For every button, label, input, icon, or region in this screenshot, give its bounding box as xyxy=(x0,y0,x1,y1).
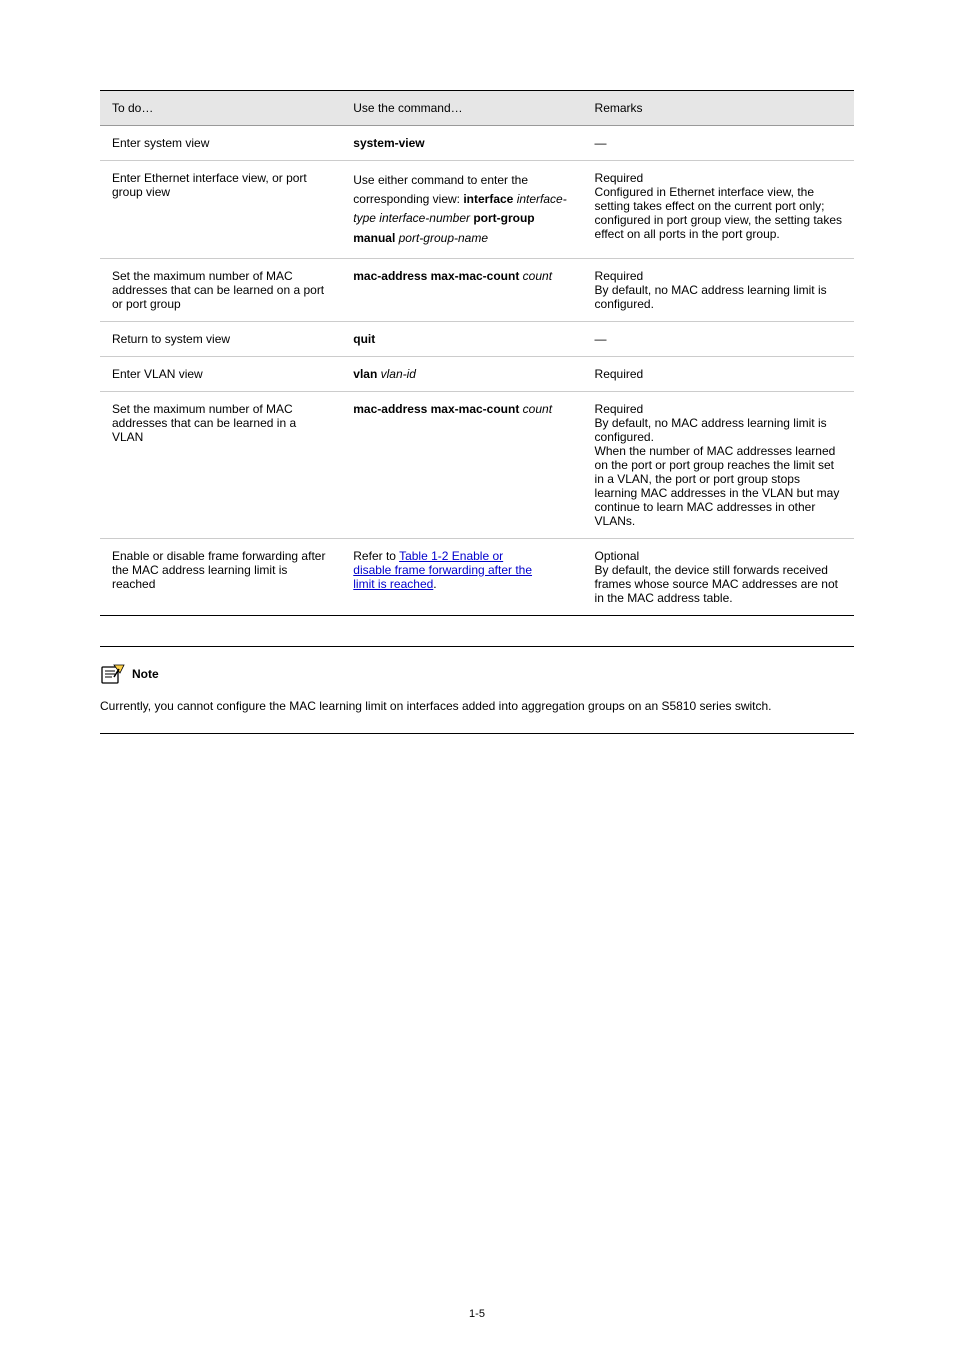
cmd-prefix: Refer to xyxy=(353,549,399,563)
cmd-suffix: . xyxy=(433,577,436,591)
cell-command: Use either command to enter the correspo… xyxy=(341,161,582,259)
note-icon xyxy=(100,663,126,685)
cmd-arg: vlan-id xyxy=(381,367,416,381)
page-number: 1-5 xyxy=(469,1308,485,1320)
cell-command: Refer to Table 1-2 Enable or disable fra… xyxy=(341,538,582,615)
col-header-command: Use the command… xyxy=(341,91,582,126)
table-row: Enter Ethernet interface view, or port g… xyxy=(100,161,854,259)
config-table: To do… Use the command… Remarks Enter sy… xyxy=(100,90,854,616)
cell-action: Enable or disable frame forwarding after… xyxy=(100,538,341,615)
cell-command: mac-address max-mac-count count xyxy=(341,391,582,538)
cell-command: mac-address max-mac-count count xyxy=(341,258,582,321)
cell-action: Set the maximum number of MAC addresses … xyxy=(100,258,341,321)
cmd-keyword: mac-address max-mac-count xyxy=(353,269,522,283)
cell-action: Enter Ethernet interface view, or port g… xyxy=(100,161,341,259)
table-header-row: To do… Use the command… Remarks xyxy=(100,91,854,126)
cell-remarks: Optional By default, the device still fo… xyxy=(583,538,854,615)
table-row: Set the maximum number of MAC addresses … xyxy=(100,391,854,538)
note-header: Note xyxy=(100,663,854,685)
col-header-remarks: Remarks xyxy=(583,91,854,126)
cmd-arg: port-group-name xyxy=(399,231,488,245)
cell-action: Enter system view xyxy=(100,126,341,161)
note-body: Currently, you cannot configure the MAC … xyxy=(100,697,854,715)
cmd-arg: count xyxy=(523,402,552,416)
cell-remarks: Required By default, no MAC address lear… xyxy=(583,391,854,538)
cell-remarks: Required xyxy=(583,356,854,391)
col-header-action: To do… xyxy=(100,91,341,126)
cmd-keyword: mac-address max-mac-count xyxy=(353,402,522,416)
cmd-keyword: interface xyxy=(463,192,516,206)
cmd-text: system-view xyxy=(353,136,424,150)
cmd-arg: count xyxy=(523,269,552,283)
cmd-keyword: quit xyxy=(353,332,375,346)
table-row: Set the maximum number of MAC addresses … xyxy=(100,258,854,321)
table-row: Enter VLAN view vlan vlan-id Required xyxy=(100,356,854,391)
cell-action: Set the maximum number of MAC addresses … xyxy=(100,391,341,538)
cross-ref-link[interactable]: disable frame forwarding after the xyxy=(353,563,532,577)
cell-remarks: — xyxy=(583,321,854,356)
cell-command: system-view xyxy=(341,126,582,161)
cell-remarks: Required Configured in Ethernet interfac… xyxy=(583,161,854,259)
cell-command: vlan vlan-id xyxy=(341,356,582,391)
cell-command: quit xyxy=(341,321,582,356)
cmd-keyword: vlan xyxy=(353,367,380,381)
table-row: Return to system view quit — xyxy=(100,321,854,356)
table-row: Enable or disable frame forwarding after… xyxy=(100,538,854,615)
cross-ref-link[interactable]: Table 1-2 Enable or xyxy=(399,549,503,563)
table-row: Enter system view system-view — xyxy=(100,126,854,161)
cell-remarks: Required By default, no MAC address lear… xyxy=(583,258,854,321)
note-label: Note xyxy=(132,667,159,681)
cell-action: Enter VLAN view xyxy=(100,356,341,391)
cell-remarks: — xyxy=(583,126,854,161)
cross-ref-link[interactable]: limit is reached xyxy=(353,577,433,591)
cell-action: Return to system view xyxy=(100,321,341,356)
note-box: Note Currently, you cannot configure the… xyxy=(100,646,854,734)
